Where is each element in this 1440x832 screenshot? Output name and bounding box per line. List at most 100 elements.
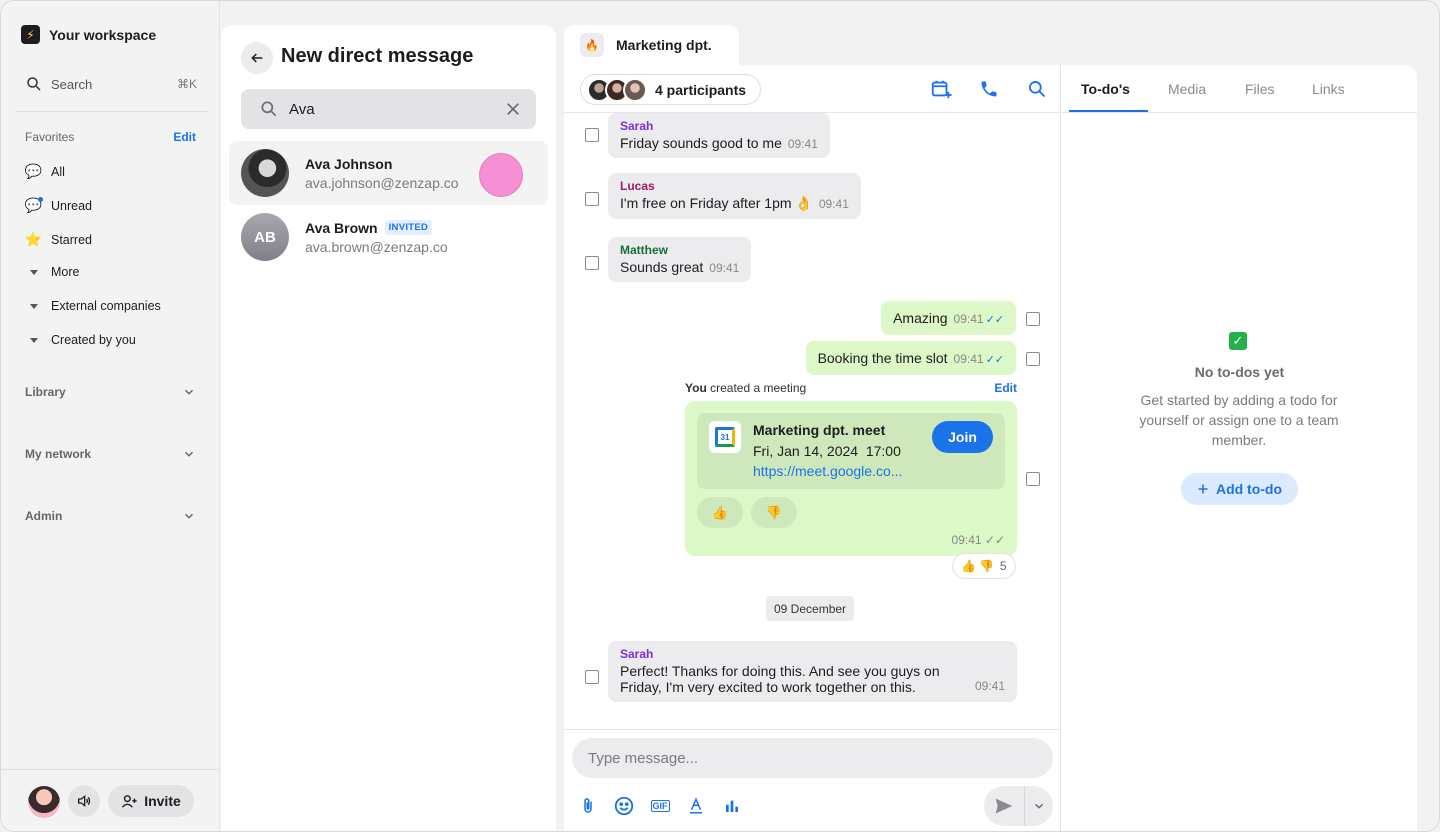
message-text: Perfect! Thanks for doing this. And see … (620, 663, 940, 679)
meeting-action: created a meeting (706, 381, 807, 395)
message-bubble[interactable]: Sarah Friday sounds good to me 09:41 (608, 113, 830, 158)
participants-label: 4 participants (655, 81, 747, 98)
chat-bubble-icon: 💬 (24, 163, 43, 179)
divider (15, 111, 209, 112)
section-my-network[interactable]: My network (25, 447, 196, 461)
reactions-summary[interactable]: 👍 👎 5 (952, 553, 1016, 579)
message-sender: Sarah (620, 119, 654, 133)
page-title: New direct message (281, 45, 474, 67)
sidebar-item-label: More (51, 265, 80, 279)
select-checkbox[interactable] (585, 128, 599, 142)
search-icon[interactable] (1025, 77, 1049, 101)
calendar-add-icon[interactable] (929, 77, 953, 101)
poll-icon[interactable] (720, 794, 744, 818)
invite-button[interactable]: Invite (108, 785, 194, 817)
participants-button[interactable]: 4 participants (580, 74, 762, 105)
tab-media[interactable]: Media (1168, 81, 1206, 97)
thumbs-up-icon: 👍 (961, 559, 976, 573)
cursor-indicator (479, 153, 523, 197)
favorites-label: Favorites (25, 130, 75, 144)
sidebar-item-created-by-you[interactable]: Created by you (25, 333, 136, 347)
tab-marketing-dpt[interactable]: 🔥 Marketing dpt. (564, 25, 739, 65)
tab-files[interactable]: Files (1245, 81, 1275, 97)
chevron-down-icon[interactable] (1024, 786, 1053, 826)
favorites-edit-link[interactable]: Edit (173, 130, 196, 144)
unread-chat-icon: 💬 (24, 197, 43, 213)
sidebar-item-starred[interactable]: ⭐ Starred (25, 231, 92, 248)
tab-links[interactable]: Links (1312, 81, 1345, 97)
contact-search-input[interactable] (289, 100, 489, 118)
search-icon (261, 101, 277, 117)
message-time: 09:41 (818, 197, 849, 211)
message-bubble[interactable]: Amazing 09:41 ✓✓ (881, 301, 1016, 335)
clear-icon[interactable] (504, 100, 522, 118)
sound-toggle-button[interactable] (68, 785, 100, 817)
phone-icon[interactable] (977, 77, 1001, 101)
meeting-card: 31 Marketing dpt. meet Fri, Jan 14, 2024… (685, 401, 1017, 556)
section-label: Library (25, 385, 66, 399)
contact-search-field (241, 89, 536, 129)
workspace-switcher[interactable]: ⚡ Your workspace (21, 25, 156, 44)
add-todo-label: Add to-do (1215, 481, 1283, 497)
avatar[interactable] (28, 786, 60, 818)
message-composer: Type message... GIF (564, 729, 1061, 831)
section-label: My network (25, 447, 92, 461)
message-time: 09:41 (953, 312, 984, 326)
workspace-name: Your workspace (49, 26, 157, 43)
message-bubble[interactable]: Matthew Sounds great 09:41 (608, 237, 752, 282)
invited-badge: INVITED (384, 220, 433, 235)
thumbs-down-icon[interactable]: 👎 (751, 497, 797, 528)
sidebar-item-label: Created by you (51, 333, 136, 347)
thumbs-down-icon: 👎 (978, 559, 994, 573)
contact-avatar (241, 149, 289, 197)
send-icon[interactable] (984, 795, 1024, 817)
message-bubble[interactable]: Booking the time slot 09:41 ✓✓ (805, 341, 1016, 375)
section-admin[interactable]: Admin (25, 509, 196, 523)
thumbs-up-icon[interactable]: 👍 (697, 497, 743, 528)
side-panel: To-do's Media Files Links ✓ No to-dos ye… (1062, 65, 1417, 831)
app-window: ⚡ Your workspace Search ⌘K Favorites Edi… (0, 0, 1440, 832)
select-checkbox[interactable] (1026, 352, 1040, 366)
sidebar-item-more[interactable]: More (25, 265, 79, 279)
add-user-icon (122, 794, 137, 808)
sidebar-search[interactable]: Search ⌘K (25, 75, 197, 93)
message-bubble[interactable]: Sarah Perfect! Thanks for doing this. An… (608, 641, 1017, 702)
check-box-icon: ✓ (1229, 332, 1247, 350)
contact-item[interactable]: AB Ava Brown INVITED ava.brown@zenzap.co (229, 205, 548, 269)
emoji-icon[interactable] (612, 794, 636, 818)
contact-avatar: AB (241, 213, 289, 261)
paperclip-icon[interactable] (576, 794, 600, 818)
select-checkbox[interactable] (1026, 312, 1040, 326)
chevron-down-icon (184, 389, 194, 395)
select-checkbox[interactable] (585, 670, 599, 684)
select-checkbox[interactable] (585, 256, 599, 270)
back-button[interactable] (241, 42, 273, 74)
gif-icon[interactable]: GIF (648, 794, 672, 818)
sidebar-item-external-companies[interactable]: External companies (25, 299, 161, 313)
message-input[interactable]: Type message... (572, 738, 1053, 778)
contact-email: ava.brown@zenzap.co (305, 238, 448, 255)
new-direct-message-panel: New direct message Ava Johnson ava.johns… (221, 25, 556, 831)
select-checkbox[interactable] (1026, 472, 1040, 486)
message-bubble[interactable]: Lucas I'm free on Friday after 1pm 👌 09:4… (608, 173, 861, 219)
sidebar-item-label: Starred (51, 232, 92, 247)
meeting-title: Marketing dpt. meet (753, 422, 886, 438)
text-format-icon[interactable] (684, 794, 708, 818)
meeting-edit-link[interactable]: Edit (994, 381, 1017, 395)
contact-name: Ava Brown (305, 219, 378, 236)
sidebar-item-unread[interactable]: 💬 Unread (25, 197, 92, 214)
message-time: 09:41 (709, 261, 740, 275)
sidebar-item-all[interactable]: 💬 All (25, 163, 65, 180)
tab-todos[interactable]: To-do's (1081, 81, 1130, 97)
select-checkbox[interactable] (585, 192, 599, 206)
message-time: 09:41 (953, 352, 984, 366)
invite-label: Invite (144, 793, 181, 809)
message-time: 09:41 (974, 679, 1005, 693)
plus-icon (1198, 484, 1208, 494)
meeting-link[interactable]: https://meet.google.co... (753, 463, 902, 479)
section-library[interactable]: Library (25, 385, 196, 399)
search-icon (27, 77, 41, 91)
message-text: Friday, I'm very excited to work togethe… (620, 679, 916, 695)
add-todo-button[interactable]: Add to-do (1181, 473, 1298, 505)
join-button[interactable]: Join (932, 421, 993, 453)
